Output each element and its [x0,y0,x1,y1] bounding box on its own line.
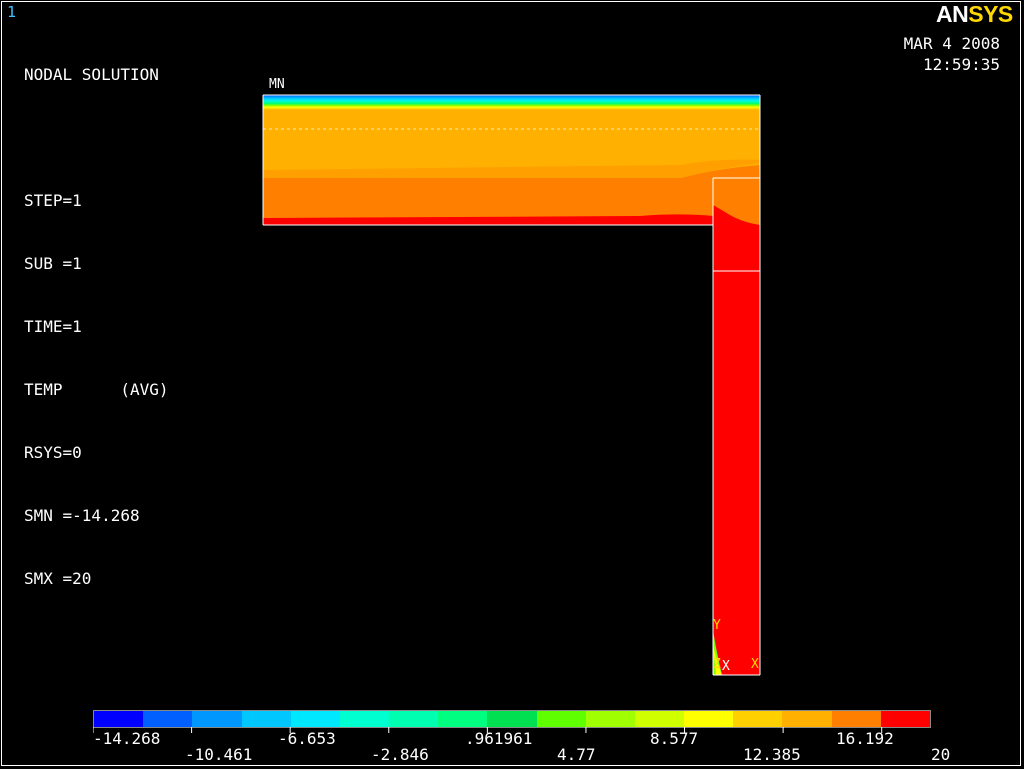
legend-label: 8.577 [650,729,699,748]
legend-swatch [438,711,488,727]
legend-swatch [339,711,390,727]
flange-band-cold [263,95,760,140]
legend-swatch [487,711,537,727]
legend-label: -2.846 [371,745,429,764]
legend-label: 4.77 [557,745,596,764]
legend-swatch [733,711,783,727]
contour-legend-bar [93,710,931,728]
legend-swatch [634,711,685,727]
axis-z-label: Z [713,657,721,672]
legend-swatch [290,711,340,727]
legend-swatch [684,711,734,727]
axis-x-label: X [722,659,730,674]
legend-swatch [241,711,291,727]
axis-x-label-2: X [751,657,759,672]
legend-label: -10.461 [185,745,253,764]
legend-label: 16.192 [836,729,894,748]
legend-label: 12.385 [743,745,801,764]
legend-swatch [782,711,832,727]
legend-swatch [143,711,193,727]
axis-y-label: Y [713,618,721,633]
legend-swatch [192,711,242,727]
legend-label: 20 [931,745,951,764]
legend-swatch [831,711,881,727]
legend-label: .961961 [465,729,533,748]
legend-label: -14.268 [93,729,161,748]
legend-swatch [94,711,144,727]
contour-plot-model [262,94,761,676]
legend-label: -6.653 [278,729,336,748]
legend-swatch [536,711,586,727]
min-marker-label: MN [269,77,285,92]
legend-swatch [585,711,635,727]
legend-swatch [389,711,439,727]
web-region [713,178,760,675]
legend-swatch [880,711,930,727]
